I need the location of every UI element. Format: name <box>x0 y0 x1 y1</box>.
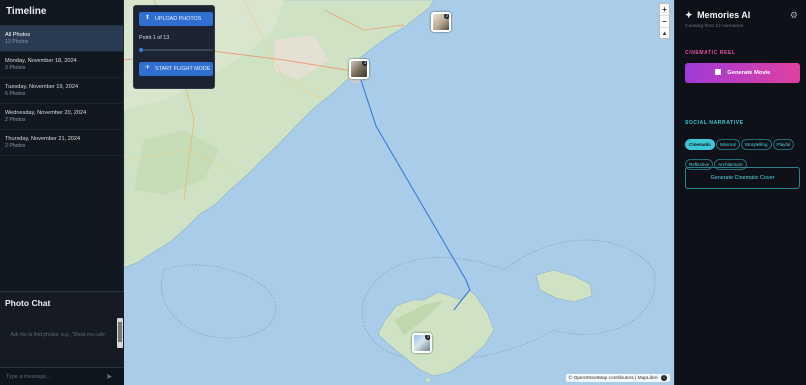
zoom-controls: + − ▲ <box>659 3 670 39</box>
generate-cover-button[interactable]: Generate Cinematic Cover <box>685 167 800 189</box>
pin-badge: 2 <box>444 13 449 19</box>
timeline-item[interactable]: Wednesday, November 20, 2024 2 Photos <box>0 104 123 130</box>
timeline-count: 2 Photos <box>5 117 26 123</box>
gear-icon[interactable]: ⚙ <box>790 10 798 21</box>
map-view[interactable]: 2 3 2 ⬆ UPLOAD PHOTOS Point 1 of 13 ✈ ST… <box>124 0 674 385</box>
chat-message-input[interactable] <box>6 372 96 382</box>
photo-chat-title: Photo Chat <box>5 298 51 308</box>
pin-badge: 3 <box>362 60 367 66</box>
timeline-date: Thursday, November 21, 2024 <box>5 136 81 142</box>
timeline-title: Timeline <box>0 0 123 26</box>
slider-handle[interactable] <box>139 48 143 52</box>
send-icon[interactable]: ➤ <box>104 372 114 382</box>
zoom-in-button[interactable]: + <box>660 4 669 16</box>
timeline-date: Tuesday, November 19, 2024 <box>5 84 79 90</box>
map-attribution: © OpenStreetMap contributors | MapLibre … <box>565 374 670 382</box>
timeline-count: 13 Photos <box>5 39 29 45</box>
timeline-date: Wednesday, November 20, 2024 <box>5 110 87 116</box>
zoom-out-button[interactable]: − <box>660 16 669 28</box>
menorca-island <box>535 269 593 303</box>
timeline-item[interactable]: Tuesday, November 19, 2024 6 Photos <box>0 78 123 104</box>
timeline-count: 2 Photos <box>5 143 26 149</box>
generate-movie-button[interactable]: Generate Movie <box>685 63 800 83</box>
timeline-item[interactable]: Monday, November 18, 2024 3 Photos <box>0 52 123 78</box>
style-chip-playful[interactable]: Playful <box>772 139 795 150</box>
cinematic-reel-label: CINEMATIC REEL <box>685 50 736 56</box>
chat-input-bar: ➤ <box>0 367 124 385</box>
photo-pin[interactable]: 2 <box>412 333 432 353</box>
brand-title: ✦ Memories AI <box>685 10 751 20</box>
plane-icon: ✈ <box>145 65 151 71</box>
style-chip-storytelling[interactable]: Storytelling <box>740 139 772 150</box>
brand-subtitle: Curating from 13 memories <box>685 24 744 29</box>
map-control-panel: ⬆ UPLOAD PHOTOS Point 1 of 13 ✈ START FL… <box>133 5 215 89</box>
compass-button[interactable]: ▲ <box>660 28 669 40</box>
magic-wand-icon: ✦ <box>685 10 693 20</box>
style-chip-minimal[interactable]: Minimal <box>715 139 740 150</box>
timeline-item[interactable]: Thursday, November 21, 2024 2 Photos <box>0 130 123 156</box>
start-flight-mode-button[interactable]: ✈ START FLIGHT MODE <box>139 62 213 76</box>
chat-hint: Ask me to find photos, e.g., 'Show me ca… <box>10 332 106 338</box>
photo-pin[interactable]: 2 <box>431 12 451 32</box>
photo-pin[interactable]: 3 <box>349 59 369 79</box>
info-icon[interactable]: i <box>661 375 667 381</box>
timeline-date: Monday, November 18, 2024 <box>5 58 77 64</box>
upload-photos-button[interactable]: ⬆ UPLOAD PHOTOS <box>139 12 213 26</box>
chat-scrollbar[interactable] <box>117 318 123 348</box>
upload-icon: ⬆ <box>145 15 151 21</box>
timeline-count: 6 Photos <box>5 91 26 97</box>
point-counter: Point 1 of 13 <box>139 35 170 41</box>
timeline-list: All Photos 13 Photos Monday, November 18, … <box>0 26 123 156</box>
movie-icon <box>714 69 721 76</box>
point-slider[interactable] <box>139 48 213 52</box>
social-narrative-label: SOCIAL NARRATIVE <box>685 120 744 126</box>
memories-panel: ✦ Memories AI ⚙ Curating from 13 memorie… <box>674 0 806 385</box>
timeline-count: 3 Photos <box>5 65 26 71</box>
style-chip-cinematic[interactable]: Cinematic <box>685 139 715 150</box>
timeline-date: All Photos <box>5 32 31 38</box>
app-window: Timeline All Photos 13 Photos Monday, Nove… <box>0 0 806 385</box>
pin-badge: 2 <box>425 334 430 340</box>
photo-chat-panel: Photo Chat Ask me to find photos, e.g., … <box>0 291 124 385</box>
timeline-item[interactable]: All Photos 13 Photos <box>0 26 123 52</box>
timeline-sidebar: Timeline All Photos 13 Photos Monday, Nove… <box>0 0 124 385</box>
flight-route <box>360 79 471 311</box>
